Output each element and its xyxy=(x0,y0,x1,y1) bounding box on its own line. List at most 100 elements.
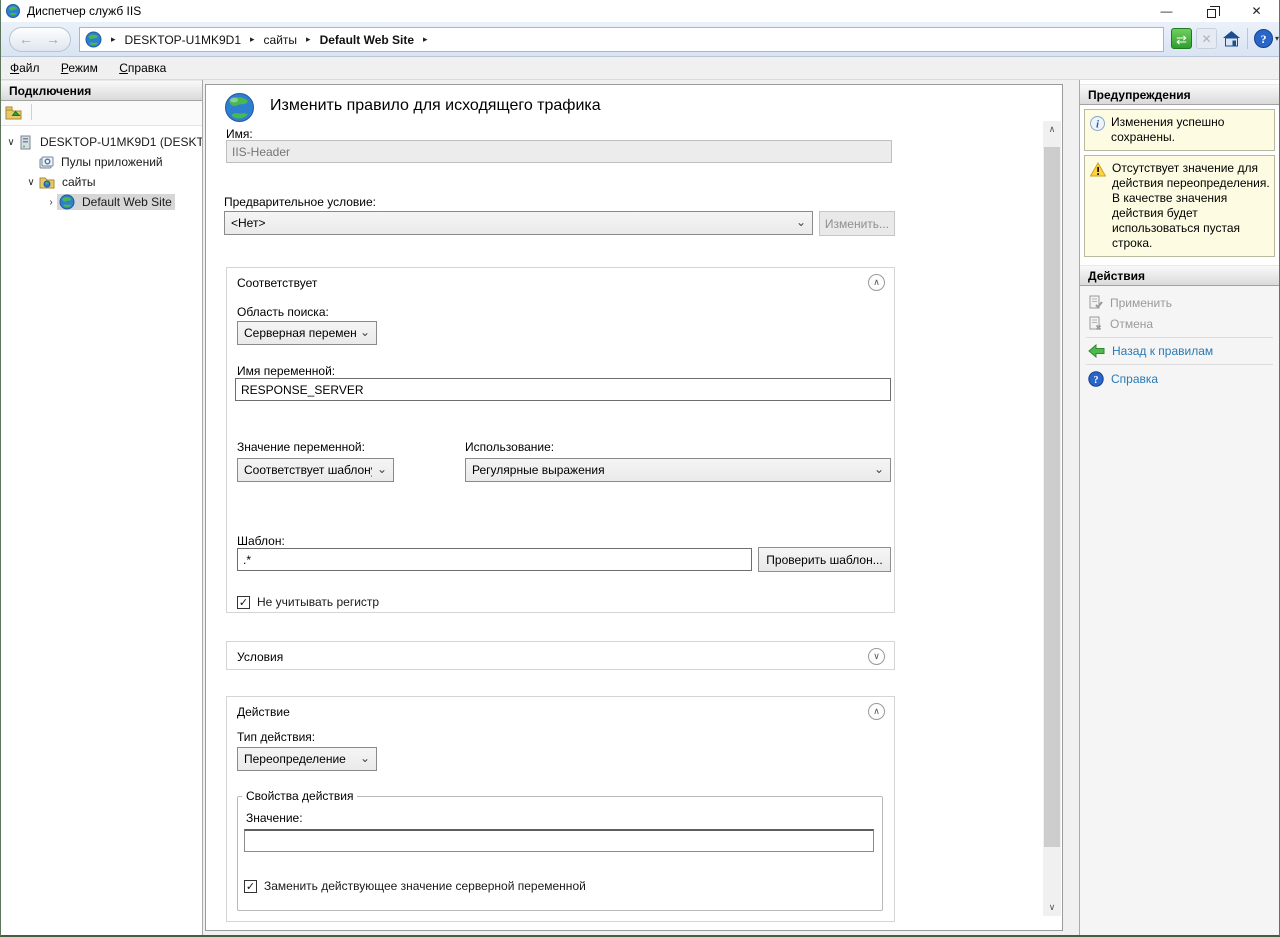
address-toolbar: ← → ▸ DESKTOP-U1MK9D1 ▸ сайты ▸ Default … xyxy=(1,22,1279,57)
apply-label: Применить xyxy=(1110,296,1172,310)
cancel-label: Отмена xyxy=(1110,317,1153,331)
help-label: Справка xyxy=(1111,372,1158,386)
tree-item-server[interactable]: ∨ DESKTOP-U1MK9D1 (DESKTOP xyxy=(1,132,202,152)
scroll-down-icon[interactable]: ∨ xyxy=(1043,899,1061,916)
checkbox-checked-icon[interactable]: ✓ xyxy=(237,596,250,609)
scroll-up-icon[interactable]: ∧ xyxy=(1043,121,1061,138)
action-properties-legend: Свойства действия xyxy=(242,789,357,803)
help-link[interactable]: ? Справка xyxy=(1080,368,1279,390)
collapse-section-icon[interactable]: ∧ xyxy=(868,274,885,291)
help-icon: ? xyxy=(1253,28,1274,49)
chevron-down-icon: ⌄ xyxy=(874,462,884,476)
collapse-section-icon[interactable]: ∧ xyxy=(868,703,885,720)
close-button[interactable]: ✕ xyxy=(1234,0,1279,22)
connections-toolbar xyxy=(1,101,202,126)
help-button[interactable]: ? xyxy=(1253,28,1274,49)
stop-icon: ✕ xyxy=(1201,32,1211,46)
crumb-separator-icon: ▸ xyxy=(423,34,428,45)
app-icon xyxy=(5,3,21,19)
breadcrumb-sites[interactable]: сайты xyxy=(264,33,298,47)
close-icon: ✕ xyxy=(1251,4,1261,18)
scope-select[interactable]: Серверная переменн ⌄ xyxy=(237,321,377,345)
pattern-input[interactable] xyxy=(237,548,752,571)
variable-name-input[interactable] xyxy=(235,378,891,401)
tree-expander-icon[interactable]: ∨ xyxy=(5,137,17,148)
action-type-label: Тип действия: xyxy=(237,730,315,744)
refresh-button[interactable]: ⇄ xyxy=(1171,28,1192,49)
precondition-select[interactable]: <Нет> ⌄ xyxy=(224,211,813,235)
menu-bar: Файл Режим Справка xyxy=(1,57,1279,80)
stop-button: ✕ xyxy=(1196,28,1217,49)
action-value-input[interactable] xyxy=(244,829,874,852)
variable-value-select[interactable]: Соответствует шаблону ⌄ xyxy=(237,458,394,482)
using-select[interactable]: Регулярные выражения ⌄ xyxy=(465,458,891,482)
tree-item-app-pools[interactable]: Пулы приложений xyxy=(1,152,202,172)
refresh-icon: ⇄ xyxy=(1176,32,1187,47)
restore-icon xyxy=(1207,9,1216,18)
window-title: Диспетчер служб IIS xyxy=(27,4,141,18)
menu-help[interactable]: Справка xyxy=(110,57,175,79)
ignore-case-checkbox-row[interactable]: ✓ Не учитывать регистр xyxy=(237,595,379,609)
menu-file[interactable]: Файл xyxy=(1,57,49,79)
actions-separator xyxy=(1086,337,1273,338)
back-to-rules-link[interactable]: Назад к правилам xyxy=(1080,341,1279,361)
help-caret-icon[interactable]: ▾ xyxy=(1275,34,1279,43)
using-value: Регулярные выражения xyxy=(472,463,605,477)
crumb-separator-icon: ▸ xyxy=(111,34,116,45)
connections-tree: ∨ DESKTOP-U1MK9D1 (DESKTOP Пулы приложен… xyxy=(1,126,202,212)
warning-alert-text: Отсутствует значение для действия переоп… xyxy=(1112,161,1270,251)
toolbar-separator xyxy=(31,104,32,120)
conditions-section-title: Условия xyxy=(237,650,283,664)
back-to-rules-label: Назад к правилам xyxy=(1112,344,1213,358)
action-section-title: Действие xyxy=(237,705,290,719)
replace-checkbox-row[interactable]: ✓ Заменить действующее значение серверно… xyxy=(244,879,586,893)
apply-icon xyxy=(1088,295,1103,310)
tree-expander-icon[interactable]: › xyxy=(45,197,57,208)
tree-item-label: Пулы приложений xyxy=(58,154,166,170)
menu-view[interactable]: Режим xyxy=(52,57,107,79)
back-icon[interactable]: ← xyxy=(19,31,33,47)
breadcrumb[interactable]: ▸ DESKTOP-U1MK9D1 ▸ сайты ▸ Default Web … xyxy=(79,27,1164,52)
scope-value: Серверная переменн xyxy=(244,326,356,340)
variable-name-label: Имя переменной: xyxy=(237,364,335,378)
breadcrumb-current-site[interactable]: Default Web Site xyxy=(320,33,414,47)
tree-item-sites[interactable]: ∨ сайты xyxy=(1,172,202,192)
tree-expander-icon[interactable]: ∨ xyxy=(25,177,37,188)
test-pattern-button[interactable]: Проверить шаблон... xyxy=(758,547,891,572)
tree-item-default-web-site[interactable]: › Default Web Site xyxy=(1,192,202,212)
action-section: Действие ∧ Тип действия: Переопределение… xyxy=(226,696,895,922)
tree-item-label: Default Web Site xyxy=(79,194,175,210)
action-type-select[interactable]: Переопределение ⌄ xyxy=(237,747,377,771)
nav-buttons: ← → xyxy=(9,27,71,52)
actions-separator xyxy=(1086,364,1273,365)
minimize-button[interactable]: — xyxy=(1144,0,1189,22)
cancel-icon xyxy=(1088,316,1103,331)
chevron-down-icon: ⌄ xyxy=(360,325,370,339)
alerts-header: Предупреждения xyxy=(1080,84,1279,105)
expand-section-icon[interactable]: ∨ xyxy=(868,648,885,665)
forward-icon[interactable]: → xyxy=(46,31,60,47)
rule-edit-page: Изменить правило для исходящего трафика … xyxy=(205,84,1063,931)
restore-button[interactable] xyxy=(1189,0,1234,22)
breadcrumb-server[interactable]: DESKTOP-U1MK9D1 xyxy=(125,33,241,47)
scope-label: Область поиска: xyxy=(237,305,329,319)
tree-item-label: DESKTOP-U1MK9D1 (DESKTOP xyxy=(37,134,202,150)
checkbox-checked-icon[interactable]: ✓ xyxy=(244,880,257,893)
replace-label: Заменить действующее значение серверной … xyxy=(264,879,586,893)
home-button[interactable] xyxy=(1221,28,1242,49)
match-section-title: Соответствует xyxy=(237,276,317,290)
match-section: Соответствует ∧ Область поиска: Серверна… xyxy=(226,267,895,613)
warning-icon xyxy=(1090,162,1106,177)
home-icon xyxy=(1221,28,1242,49)
warning-alert: Отсутствует значение для действия переоп… xyxy=(1084,155,1275,257)
using-label: Использование: xyxy=(465,440,554,454)
ignore-case-label: Не учитывать регистр xyxy=(257,595,379,609)
edit-precondition-button: Изменить... xyxy=(819,211,895,236)
svg-text:?: ? xyxy=(1094,375,1099,386)
scrollbar-thumb[interactable] xyxy=(1044,147,1060,847)
save-connection-icon[interactable] xyxy=(5,105,22,120)
vertical-scrollbar[interactable]: ∧ ∨ xyxy=(1043,121,1061,916)
app-pools-icon xyxy=(39,155,54,170)
name-label: Имя: xyxy=(226,127,253,141)
actions-header: Действия xyxy=(1080,265,1279,286)
